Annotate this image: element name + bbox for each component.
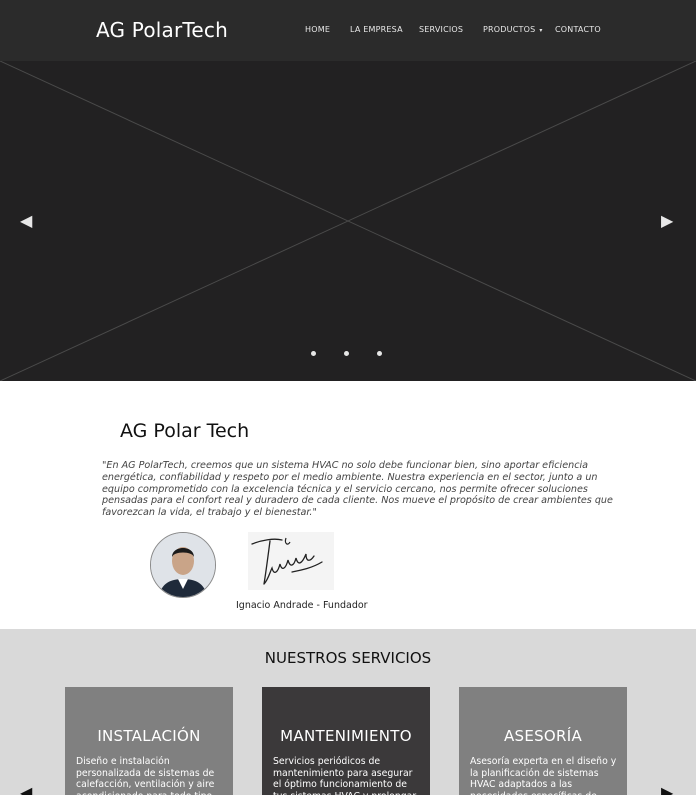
nav-contacto[interactable]: CONTACTO [555, 25, 601, 34]
services-prev-arrow-icon[interactable]: ◀ [20, 783, 32, 795]
hero-prev-arrow-icon[interactable]: ◀ [20, 211, 32, 231]
service-card-title: ASESORÍA [503, 727, 583, 745]
image-placeholder-icon [0, 61, 696, 381]
slider-dot-1[interactable] [311, 351, 316, 356]
chevron-down-icon: ▾ [539, 27, 543, 34]
service-card-title: MANTENIMIENTO [280, 727, 412, 745]
services-next-arrow-icon[interactable]: ▶ [661, 783, 673, 795]
hero-next-arrow-icon[interactable]: ▶ [661, 211, 673, 231]
nav-productos[interactable]: PRODUCTOS ▾ [483, 25, 543, 34]
service-card-text: Servicios periódicos de mantenimiento pa… [273, 756, 416, 795]
about-title: AG Polar Tech [120, 420, 250, 442]
founder-caption: Ignacio Andrade - Fundador [236, 600, 368, 611]
site-logo[interactable]: AG PolarTech [96, 18, 228, 42]
services-title: NUESTROS SERVICIOS [264, 649, 432, 667]
nav-productos-label: PRODUCTOS [483, 25, 536, 34]
slider-dot-2[interactable] [344, 351, 349, 356]
slider-dot-3[interactable] [377, 351, 382, 356]
nav-servicios[interactable]: SERVICIOS [419, 25, 463, 34]
founder-quote: "En AG PolarTech, creemos que un sistema… [102, 460, 613, 519]
service-card-instalacion[interactable]: INSTALACIÓN Diseño e instalación persona… [65, 687, 233, 795]
service-card-asesoria[interactable]: ASESORÍA Asesoría experta en el diseño y… [459, 687, 627, 795]
service-card-mantenimiento[interactable]: MANTENIMIENTO Servicios periódicos de ma… [262, 687, 430, 795]
founder-signature [248, 532, 334, 590]
founder-avatar [150, 532, 216, 598]
service-card-text: Asesoría experta en el diseño y la plani… [470, 756, 617, 795]
top-navbar: AG PolarTech HOME LA EMPRESA SERVICIOS P… [0, 0, 696, 61]
nav-home[interactable]: HOME [305, 25, 330, 34]
service-card-title: INSTALACIÓN [97, 727, 201, 745]
services-section: NUESTROS SERVICIOS INSTALACIÓN Diseño e … [0, 629, 696, 795]
service-card-text: Diseño e instalación personalizada de si… [76, 756, 215, 795]
nav-la-empresa[interactable]: LA EMPRESA [350, 25, 403, 34]
hero-slider: ◀ ▶ [0, 61, 696, 381]
